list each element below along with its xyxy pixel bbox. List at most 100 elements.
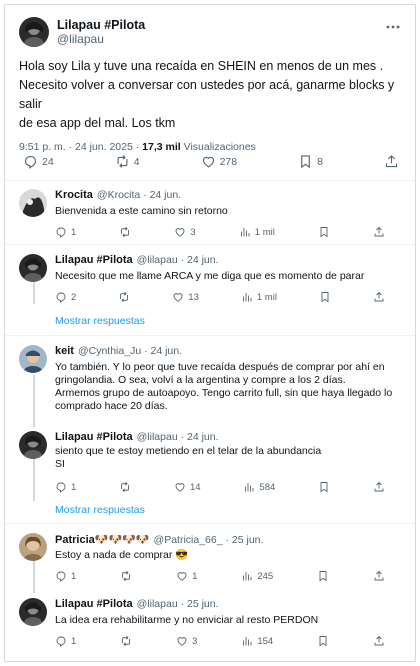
reply-text: siento que te estoy metiendo en el telar… [55, 445, 403, 471]
show-replies-link[interactable]: Mostrar respuestas [55, 504, 145, 516]
repost-button[interactable] [119, 481, 131, 493]
reply-header: Patricia🐶🐶🐶🐶 @Patricia_66_ · 25 jun. [55, 533, 263, 546]
avatar[interactable] [19, 189, 47, 217]
like-button[interactable]: 13 [172, 291, 199, 303]
reply-button[interactable]: 1 [55, 570, 76, 582]
views-button[interactable]: 1 mil [241, 291, 277, 303]
like-icon [201, 154, 216, 169]
avatar[interactable] [19, 431, 47, 459]
views-button[interactable]: 154 [241, 635, 273, 647]
reply-actions: 1 1 245 [55, 570, 385, 582]
reply-button[interactable]: 1 [55, 226, 76, 238]
views-icon [241, 570, 253, 582]
reply-button[interactable]: 2 [55, 291, 76, 303]
show-replies-link[interactable]: Mostrar respuestas [55, 315, 145, 327]
like-icon [172, 291, 184, 303]
like-button[interactable]: 3 [174, 226, 196, 238]
views-button[interactable]: 1 mil [239, 226, 275, 238]
like-count: 1 [192, 570, 198, 582]
share-icon [373, 570, 385, 582]
tweet-timestamp[interactable]: 9:51 p. m. · 24 jun. 2025 · [19, 141, 139, 153]
avatar[interactable] [19, 345, 47, 373]
views-count: 584 [259, 481, 276, 493]
like-button[interactable]: 278 [201, 154, 238, 169]
views-button[interactable]: 245 [241, 570, 273, 582]
bookmark-icon [319, 291, 331, 303]
reply-actions: 2 13 1 mil [55, 291, 385, 303]
like-button[interactable]: 14 [174, 481, 201, 493]
main-tweet[interactable]: Lilapau #Pilota @lilapau Hola soy Lila y… [5, 5, 415, 181]
avatar[interactable] [19, 254, 47, 282]
tweet-thread: Lilapau #Pilota @lilapau Hola soy Lila y… [4, 4, 416, 662]
share-button[interactable] [384, 154, 399, 169]
reply-author-handle[interactable]: @Krocita · 24 jun. [97, 189, 181, 201]
views-icon [241, 635, 253, 647]
bookmark-icon [318, 481, 330, 493]
reply-author-handle[interactable]: @lilapau · 24 jun. [137, 431, 219, 443]
reply-icon [55, 291, 67, 303]
repost-button[interactable] [119, 226, 131, 238]
avatar[interactable] [19, 598, 47, 626]
avatar[interactable] [19, 17, 49, 47]
reply-author-name[interactable]: keit [55, 345, 74, 357]
like-count: 3 [190, 226, 196, 238]
reply-author-handle[interactable]: @Cynthia_Ju · 24 jun. [78, 345, 182, 357]
author-handle[interactable]: @lilapau [57, 32, 145, 46]
reply-author-handle[interactable]: @Patricia_66_ · 25 jun. [154, 534, 264, 546]
views-icon [241, 291, 253, 303]
reply-text-line: siento que te estoy metiendo en el telar… [55, 445, 322, 457]
author-name[interactable]: Lilapau #Pilota [57, 18, 145, 32]
reply-author-name[interactable]: Lilapau #Pilota [55, 598, 133, 610]
views-button[interactable]: 584 [243, 481, 275, 493]
repost-count: 4 [133, 155, 140, 168]
reply-button[interactable]: 1 [55, 481, 76, 493]
thread-line [33, 375, 35, 427]
share-button[interactable] [373, 226, 385, 238]
repost-button[interactable] [120, 635, 132, 647]
share-icon [373, 226, 385, 238]
reply-text-line: Necesito que me llame ARCA y me diga que… [55, 270, 365, 282]
like-count: 278 [219, 155, 238, 168]
reply-author-name[interactable]: Lilapau #Pilota [55, 254, 133, 266]
reply-author-handle[interactable]: @lilapau · 25 jun. [137, 598, 219, 610]
bookmark-button[interactable] [317, 635, 329, 647]
bookmark-button[interactable] [317, 570, 329, 582]
share-button[interactable] [373, 570, 385, 582]
reply-author-name[interactable]: Lilapau #Pilota [55, 431, 133, 443]
repost-button[interactable] [118, 291, 130, 303]
views-icon [243, 481, 255, 493]
reply-text-line: comprado hace 20 días. [55, 400, 168, 412]
reply-button[interactable]: 1 [55, 635, 76, 647]
share-button[interactable] [373, 635, 385, 647]
views-count: 154 [257, 635, 274, 647]
bookmark-count: 8 [317, 155, 323, 168]
bookmark-icon [317, 570, 329, 582]
thread-line [33, 459, 35, 501]
bookmark-button[interactable] [318, 481, 330, 493]
thread-line [33, 282, 35, 304]
reply-button[interactable]: 24 [23, 154, 54, 169]
reply-actions: 1 3 1 mil [55, 226, 385, 238]
reply-author-name[interactable]: Patricia🐶🐶🐶🐶 [55, 533, 150, 546]
thread-line [33, 561, 35, 593]
share-button[interactable] [373, 291, 385, 303]
more-options-icon[interactable] [385, 19, 401, 35]
reply-text-line: Bienvenida a este camino sin retorno [55, 205, 228, 217]
repost-button[interactable] [120, 570, 132, 582]
bookmark-button[interactable] [319, 291, 331, 303]
reply-icon [55, 481, 67, 493]
reply-author-name[interactable]: Krocita [55, 189, 93, 201]
like-button[interactable]: 3 [176, 635, 197, 647]
bookmark-button[interactable]: 8 [298, 154, 323, 169]
repost-button[interactable]: 4 [115, 154, 140, 169]
divider [5, 523, 415, 524]
views-label: Visualizaciones [183, 141, 256, 153]
like-button[interactable]: 1 [176, 570, 197, 582]
share-button[interactable] [373, 481, 385, 493]
reply-header: keit @Cynthia_Ju · 24 jun. [55, 345, 182, 357]
bookmark-button[interactable] [318, 226, 330, 238]
avatar[interactable] [19, 533, 47, 561]
reply-text-line: Estoy a nada de comprar 😎 [55, 549, 189, 561]
main-tweet-header: Lilapau #Pilota @lilapau [19, 17, 401, 47]
reply-author-handle[interactable]: @lilapau · 24 jun. [137, 254, 219, 266]
